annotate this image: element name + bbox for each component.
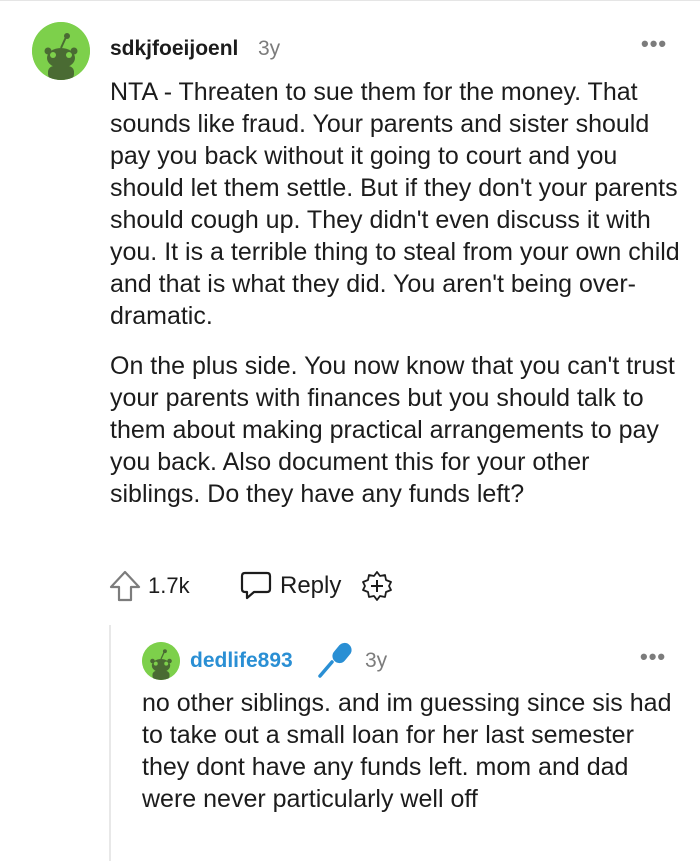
comment-paragraph-2: On the plus side. You now know that you … xyxy=(110,352,675,508)
upvote-arrow-icon[interactable] xyxy=(108,569,142,603)
comment-paragraph-1: NTA - Threaten to sue them for the money… xyxy=(110,78,680,330)
comment-action-bar: 1.7k Reply xyxy=(108,566,428,606)
reply-text: no other siblings. and im guessing since… xyxy=(142,689,672,813)
reply-button[interactable]: Reply xyxy=(240,568,350,602)
top-divider xyxy=(0,0,700,1)
reply-user-avatar[interactable] xyxy=(142,642,180,680)
reply-age: 3y xyxy=(365,649,388,672)
reply-bubble-icon xyxy=(240,571,272,600)
award-plus-icon[interactable] xyxy=(361,570,393,602)
vote-score: 1.7k xyxy=(148,573,190,598)
reply-username[interactable]: dedlife893 xyxy=(190,648,293,674)
user-avatar[interactable] xyxy=(32,22,90,80)
thread-line[interactable] xyxy=(109,625,111,861)
snoo-avatar-icon xyxy=(32,22,90,80)
snoo-avatar-icon xyxy=(142,642,180,680)
more-options-icon[interactable]: ••• xyxy=(641,33,667,55)
reply-label: Reply xyxy=(280,572,342,599)
comment-username[interactable]: sdkjfoeijoenl xyxy=(110,36,238,62)
microphone-icon xyxy=(318,642,352,678)
comment-age: 3y xyxy=(258,37,281,60)
reply-more-options-icon[interactable]: ••• xyxy=(640,646,666,668)
